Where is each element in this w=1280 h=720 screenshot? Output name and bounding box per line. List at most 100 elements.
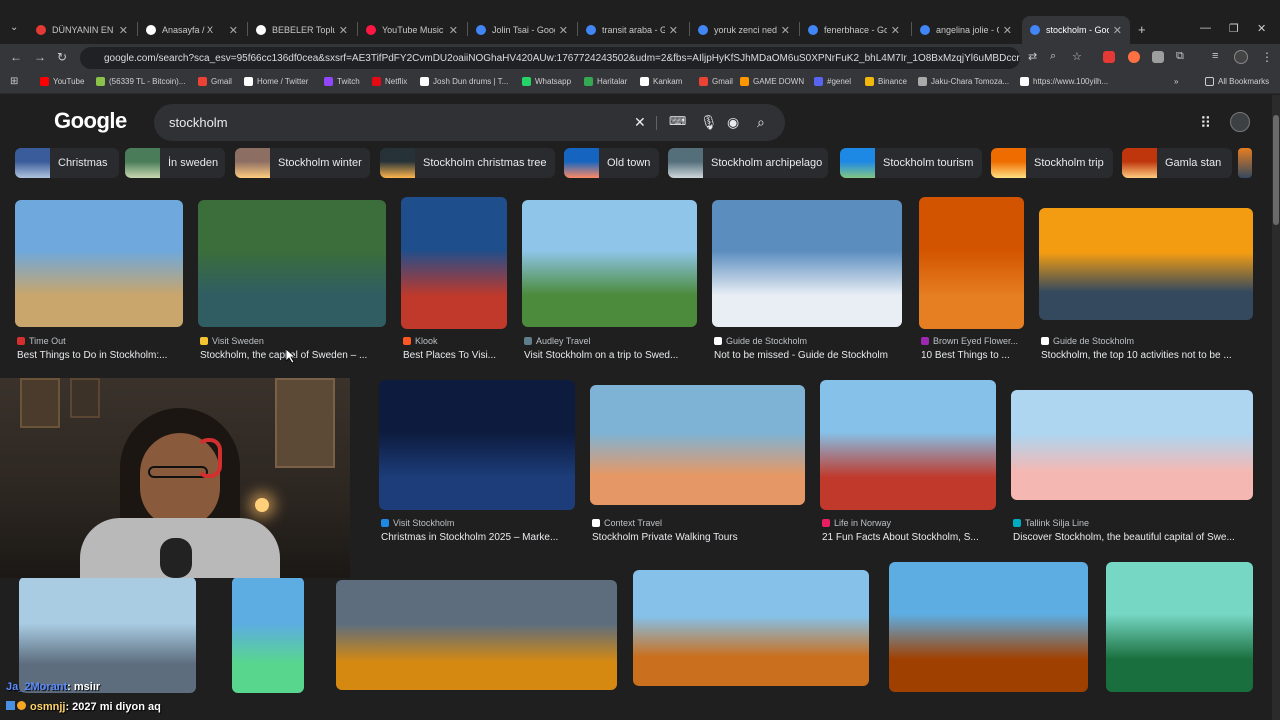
all-bookmarks-button[interactable]: All Bookmarks [1205,77,1269,86]
result-image[interactable] [633,570,869,686]
browser-tab[interactable]: BEBELER Topluluk ✕ [248,16,356,44]
result-image[interactable] [522,200,697,327]
result-source[interactable]: Visit Sweden [200,336,264,346]
address-bar[interactable]: google.com/search?sca_esv=95f66cc136df0c… [80,47,1020,69]
bookmark-item[interactable]: Binance [865,77,907,86]
tab-close-icon[interactable]: ✕ [781,24,790,37]
filter-chip[interactable]: Stockholm winter [235,148,370,178]
browser-tab[interactable]: Anasayfa / X ✕ [138,16,246,44]
clear-search-icon[interactable]: ✕ [634,114,646,131]
tab-close-icon[interactable]: ✕ [1113,24,1122,37]
keyboard-icon[interactable]: ⌨ [669,114,686,128]
filter-chip[interactable]: Gamla stan [1122,148,1232,178]
result-image[interactable] [379,380,575,510]
browser-tab[interactable]: fenerbhace - Goo ✕ [800,16,908,44]
chip-overflow-thumb[interactable] [1238,148,1252,178]
browser-tab[interactable]: stockholm - Goo ✕ [1022,16,1130,44]
result-source[interactable]: Time Out [17,336,66,346]
result-source[interactable]: Life in Norway [822,518,891,528]
result-source[interactable]: Klook [403,336,438,346]
menu-kebab-icon[interactable]: ⋮ [1261,50,1273,64]
result-image[interactable] [889,562,1088,692]
filter-chip[interactable]: İn sweden [125,148,225,178]
result-source[interactable]: Guide de Stockholm [714,336,807,346]
result-title[interactable]: Stockholm, the top 10 activities not to … [1041,350,1265,361]
tab-close-icon[interactable]: ✕ [559,24,568,37]
tab-close-icon[interactable]: ✕ [449,24,458,37]
result-source[interactable]: Guide de Stockholm [1041,336,1134,346]
result-source[interactable]: Brown Eyed Flower... [921,336,1018,346]
result-source[interactable]: Visit Stockholm [381,518,454,528]
google-logo[interactable]: Google [54,108,127,134]
result-image[interactable] [401,197,507,329]
browser-tab[interactable]: angelina jolie - G ✕ [912,16,1020,44]
extension-icon[interactable] [1128,51,1140,63]
filter-chip[interactable]: Stockholm archipelago [668,148,828,178]
search-input[interactable]: stockholm [154,104,785,141]
tab-close-icon[interactable]: ✕ [891,24,900,37]
result-title[interactable]: Stockholm, the capital of Sweden – ... [200,350,398,361]
result-title[interactable]: Stockholm Private Walking Tours [592,532,817,543]
new-tab-button[interactable]: + [1138,22,1146,37]
extension-icon[interactable] [1103,51,1115,63]
result-image[interactable] [590,385,805,505]
result-image[interactable] [820,380,996,510]
bookmark-item[interactable]: Haritalar [584,77,627,86]
result-source[interactable]: Tallink Silja Line [1013,518,1089,528]
reload-icon[interactable]: ↻ [57,50,67,64]
tab-search-icon[interactable]: ⌄ [10,22,18,33]
filter-chip[interactable]: Stockholm christmas tree [380,148,555,178]
result-image[interactable] [1106,562,1253,692]
bookmark-item[interactable]: GAME DOWN [740,77,804,86]
result-image[interactable] [336,580,617,690]
bookmark-item[interactable]: Josh Dun drums | T... [420,77,508,86]
close-window-button[interactable]: ✕ [1257,22,1266,35]
tab-close-icon[interactable]: ✕ [229,24,238,37]
bookmark-item[interactable]: YouTube [40,77,84,86]
tab-close-icon[interactable]: ✕ [119,24,128,37]
extension-icon[interactable] [1152,51,1164,63]
result-title[interactable]: 21 Fun Facts About Stockholm, S... [822,532,1008,543]
bookmark-item[interactable]: Home / Twitter [244,77,308,86]
result-image[interactable] [1011,390,1253,500]
browser-tab[interactable]: DÜNYANIN EN YA ✕ [28,16,136,44]
filter-chip[interactable]: Old town [564,148,659,178]
result-title[interactable]: Best Places To Visi... [403,350,519,361]
result-title[interactable]: Best Things to Do in Stockholm:... [17,350,195,361]
reading-list-icon[interactable]: ≡ [1212,50,1218,62]
browser-tab[interactable]: transit araba - Go ✕ [578,16,686,44]
browser-tab[interactable]: YouTube Music ✕ [358,16,466,44]
bookmark-star-icon[interactable]: ☆ [1072,50,1082,63]
minimize-button[interactable]: — [1200,22,1211,34]
zoom-icon[interactable]: ⌕ [1050,50,1056,63]
maximize-button[interactable]: ❐ [1229,22,1239,35]
bookmark-item[interactable]: Kankam [640,77,682,86]
scrollbar-thumb[interactable] [1273,115,1279,225]
result-title[interactable]: Visit Stockholm on a trip to Swed... [524,350,709,361]
filter-chip[interactable]: Stockholm trip [991,148,1113,178]
microphone-icon[interactable]: 🎙 [700,114,718,131]
bookmark-item[interactable]: (56339 TL - Bitcoin)... [96,77,185,86]
account-avatar[interactable] [1230,112,1250,132]
result-title[interactable]: Not to be missed - Guide de Stockholm [714,350,914,361]
camera-lens-icon[interactable]: ◉ [727,114,739,131]
result-image[interactable] [919,197,1024,329]
filter-chip[interactable]: Christmas [15,148,119,178]
apps-grid-icon[interactable]: ⊞ [10,76,18,87]
result-image[interactable] [15,200,183,327]
browser-tab[interactable]: Jolin Tsai - Google ✕ [468,16,576,44]
tab-close-icon[interactable]: ✕ [669,24,678,37]
extensions-puzzle-icon[interactable]: ⧉ [1176,50,1184,63]
result-source[interactable]: Context Travel [592,518,662,528]
bookmark-item[interactable]: #genel [814,77,851,86]
google-apps-icon[interactable]: ⠿ [1200,114,1211,132]
bookmark-item[interactable]: Netflix [372,77,407,86]
tab-close-icon[interactable]: ✕ [339,24,348,37]
result-title[interactable]: Discover Stockholm, the beautiful capita… [1013,532,1265,543]
bookmarks-overflow-icon[interactable]: » [1174,77,1178,86]
browser-tab[interactable]: yoruk zenci nedir ✕ [690,16,798,44]
bookmark-item[interactable]: Whatsapp [522,77,571,86]
filter-chip[interactable]: Stockholm tourism [840,148,982,178]
result-image[interactable] [712,200,902,327]
result-source[interactable]: Audley Travel [524,336,591,346]
